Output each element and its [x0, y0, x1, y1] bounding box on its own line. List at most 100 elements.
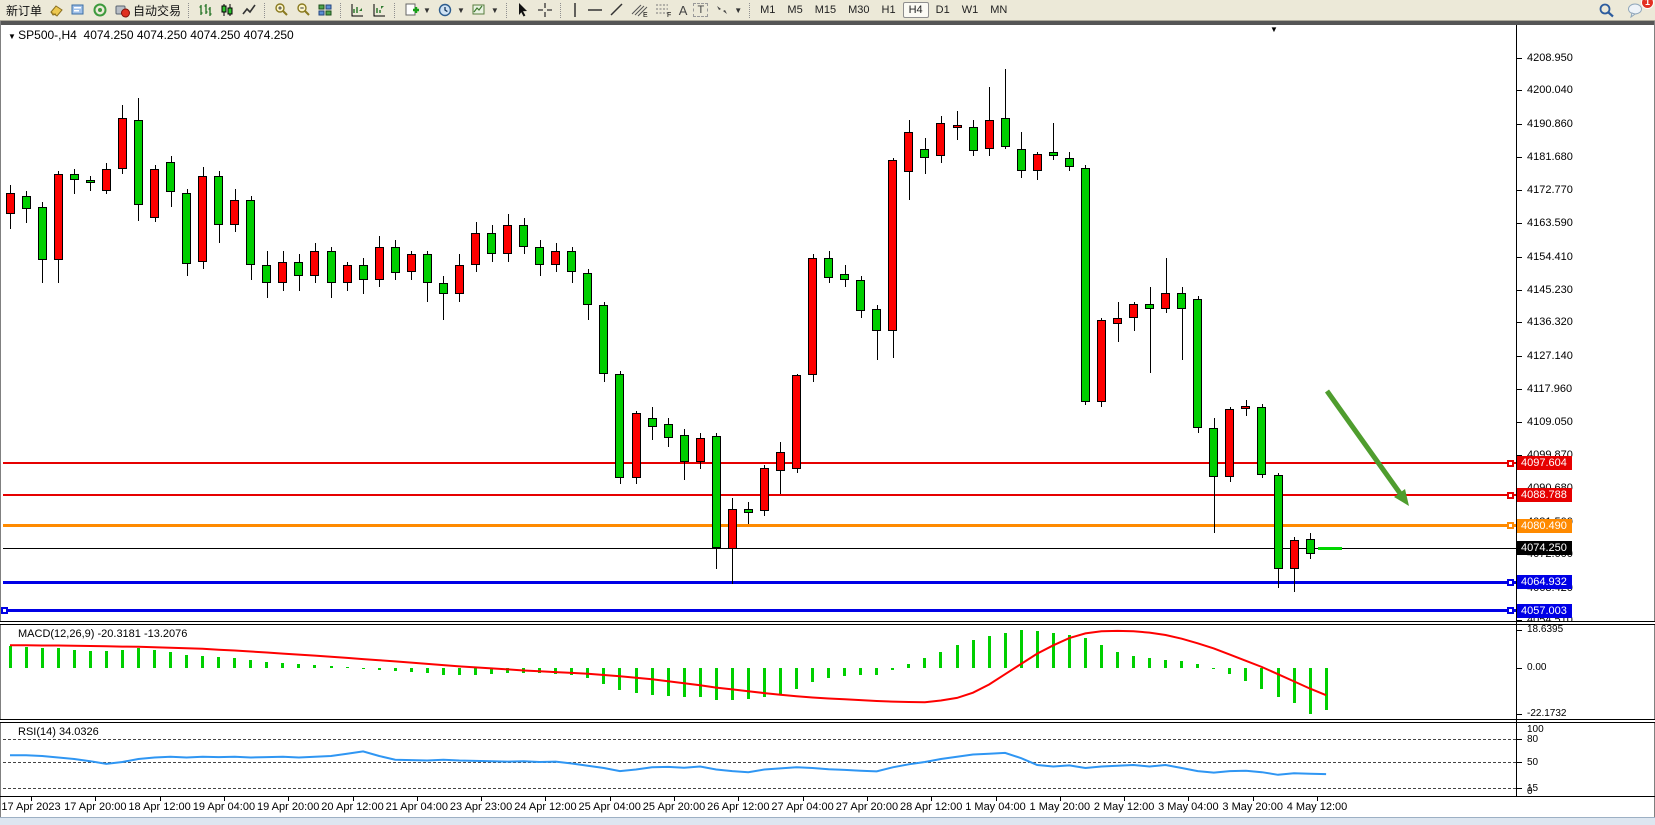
chart-canvas[interactable]: ▼ SP500-,H4 4074.250 4074.250 4074.250 4… — [0, 0, 1655, 824]
candle — [503, 225, 512, 254]
price-line-label: 4057.003 — [1517, 604, 1572, 618]
candle — [455, 265, 464, 294]
candle — [423, 254, 432, 283]
price-axis-border — [1516, 25, 1517, 797]
line-anchor-handle[interactable] — [1507, 579, 1514, 586]
time-tick-label: 28 Apr 12:00 — [900, 801, 962, 813]
time-tick-label: 1 May 04:00 — [965, 801, 1026, 813]
time-tick-label: 17 Apr 20:00 — [64, 801, 126, 813]
price-tick-label: 4190.860 — [1527, 118, 1573, 130]
macd-histogram-bar — [570, 668, 573, 675]
candle — [38, 207, 47, 260]
macd-histogram-bar — [1164, 660, 1167, 668]
macd-axis-label: 0.00 — [1527, 662, 1546, 673]
candle — [1033, 154, 1042, 170]
candle — [391, 247, 400, 273]
macd-histogram-bar — [169, 652, 172, 669]
symbol-dropdown-arrow[interactable]: ▼ — [8, 32, 18, 41]
candle — [86, 180, 95, 184]
candle — [648, 418, 657, 427]
time-tick-label: 26 Apr 12:00 — [707, 801, 769, 813]
candle-wick — [748, 502, 749, 524]
macd-histogram-bar — [651, 668, 654, 695]
time-tick-label: 2 May 12:00 — [1094, 801, 1155, 813]
symbol-period: SP500-,H4 — [18, 28, 77, 42]
macd-histogram-bar — [827, 668, 830, 678]
time-tick-label: 20 Apr 12:00 — [321, 801, 383, 813]
candle — [6, 193, 15, 215]
panel-divider[interactable] — [0, 624, 1655, 625]
candle — [134, 120, 143, 206]
candle — [230, 200, 239, 226]
candle — [343, 265, 352, 283]
candle — [583, 273, 592, 306]
time-tick-label: 19 Apr 20:00 — [257, 801, 319, 813]
candle — [294, 262, 303, 277]
candle — [262, 265, 271, 283]
macd-histogram-bar — [378, 668, 381, 670]
candle — [535, 247, 544, 265]
price-line-4080.490[interactable] — [3, 524, 1516, 527]
macd-histogram-bar — [956, 645, 959, 668]
price-line-label: 4097.604 — [1517, 456, 1572, 470]
macd-histogram-bar — [1244, 668, 1247, 681]
candle — [696, 438, 705, 462]
macd-axis-label: 18.6395 — [1527, 624, 1563, 635]
candle — [1241, 406, 1250, 409]
macd-histogram-bar — [1180, 661, 1183, 668]
candle — [792, 375, 801, 469]
price-tick-label: 4145.230 — [1527, 284, 1573, 296]
macd-histogram-bar — [9, 646, 12, 668]
macd-histogram-bar — [201, 656, 204, 668]
macd-label: MACD(12,26,9) -20.3181 -13.2076 — [18, 628, 187, 640]
time-tick-label: 19 Apr 04:00 — [193, 801, 255, 813]
candle — [70, 174, 79, 180]
candle — [1209, 428, 1218, 477]
macd-histogram-bar — [1020, 630, 1023, 668]
time-tick-label: 4 May 12:00 — [1287, 801, 1348, 813]
macd-histogram-bar — [538, 668, 541, 673]
macd-histogram-bar — [458, 668, 461, 675]
macd-histogram-bar — [313, 665, 316, 668]
price-line-4064.932[interactable] — [3, 581, 1516, 584]
macd-histogram-bar — [25, 647, 28, 668]
candle — [487, 233, 496, 255]
macd-histogram-bar — [1084, 638, 1087, 668]
chart-dropdown-arrow[interactable]: ▼ — [1270, 25, 1278, 34]
candle — [824, 258, 833, 278]
trend-arrow[interactable] — [1327, 391, 1409, 506]
time-tick-label: 3 May 20:00 — [1222, 801, 1283, 813]
candle — [1161, 293, 1170, 309]
window-left-edge — [0, 21, 1, 824]
candle — [1113, 318, 1122, 324]
candle — [1001, 118, 1010, 147]
line-left-handle[interactable] — [1, 607, 8, 614]
price-line-4097.604[interactable] — [3, 462, 1516, 464]
candle — [760, 468, 769, 511]
price-tick — [1517, 356, 1522, 357]
macd-histogram-bar — [41, 648, 44, 668]
line-anchor-handle[interactable] — [1507, 522, 1514, 529]
macd-histogram-bar — [506, 668, 509, 673]
macd-histogram-bar — [1068, 635, 1071, 668]
candle — [214, 176, 223, 225]
rsi-axis-label: 50 — [1527, 757, 1538, 768]
line-anchor-handle[interactable] — [1507, 460, 1514, 467]
candle — [840, 274, 849, 280]
candle — [1193, 299, 1202, 428]
candle — [969, 127, 978, 151]
macd-histogram-bar — [1309, 668, 1312, 714]
panel-divider[interactable] — [0, 722, 1655, 723]
rsi-level-tick — [1517, 762, 1522, 763]
price-line-4057.003[interactable] — [3, 609, 1516, 612]
macd-histogram-bar — [811, 668, 814, 682]
macd-histogram-bar — [731, 668, 734, 700]
line-anchor-handle[interactable] — [1507, 492, 1514, 499]
macd-histogram-bar — [683, 668, 686, 697]
current-bar-dash — [1318, 547, 1342, 550]
macd-histogram-bar — [859, 668, 862, 675]
candle — [1290, 540, 1299, 569]
time-tick-label: 27 Apr 20:00 — [836, 801, 898, 813]
candle — [985, 120, 994, 149]
line-anchor-handle[interactable] — [1507, 607, 1514, 614]
